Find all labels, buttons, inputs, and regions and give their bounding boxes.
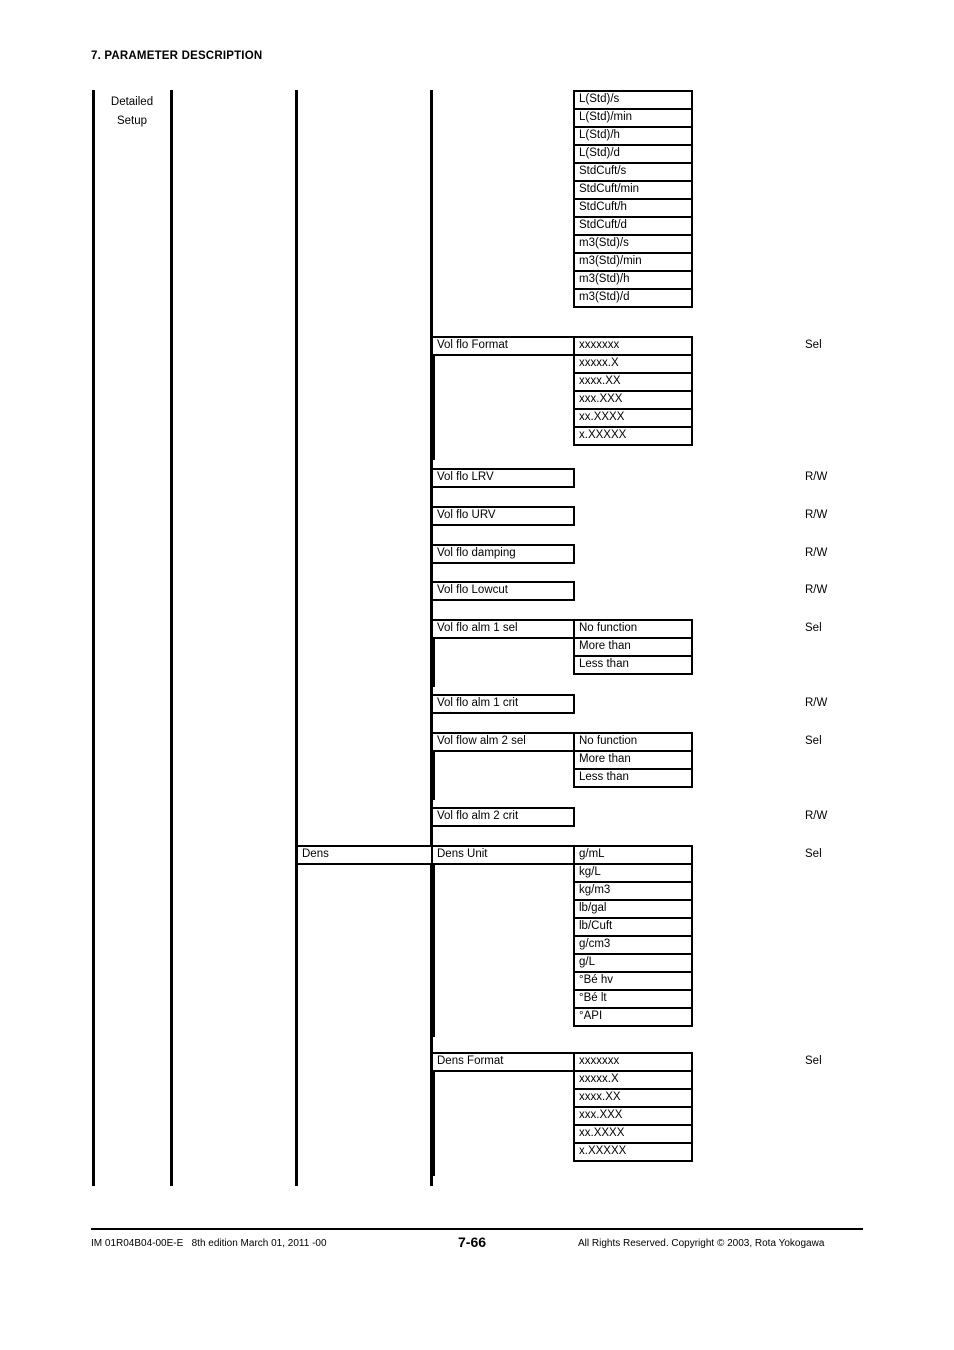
tree-trunk-level3 [295, 90, 298, 1186]
option-dens-unit[interactable]: lb/Cuft [573, 917, 693, 937]
access-vol-flo-damping: R/W [805, 547, 828, 559]
access-vol-flo-urv: R/W [805, 509, 828, 521]
group-label-detailed-setup: Detailed Setup [98, 93, 166, 131]
label-vol-flo-damping[interactable]: Vol flo damping [431, 544, 575, 564]
option-vol-flo-format[interactable]: xx.XXXX [573, 408, 693, 428]
label-column-spine-alm-2-sel [431, 752, 435, 800]
option-dens-unit[interactable]: °Bé hv [573, 971, 693, 991]
option-vol-flo-format[interactable]: xxxx.XX [573, 372, 693, 392]
label-dens[interactable]: Dens [296, 845, 434, 865]
label-column-spine-vol-flo-format [431, 356, 435, 460]
label-vol-flo-alm-2-crit[interactable]: Vol flo alm 2 crit [431, 807, 575, 827]
option-dens-format[interactable]: xx.XXXX [573, 1124, 693, 1144]
option-vol-flo-unit[interactable]: L(Std)/min [573, 108, 693, 128]
option-dens-unit[interactable]: g/L [573, 953, 693, 973]
option-vol-flo-format[interactable]: xxxxxxx [573, 336, 693, 356]
option-vol-flow-alm-2-sel[interactable]: Less than [573, 768, 693, 788]
option-dens-format[interactable]: x.XXXXX [573, 1142, 693, 1162]
option-dens-unit[interactable]: g/mL [573, 845, 693, 865]
option-vol-flo-format[interactable]: xxxxx.X [573, 354, 693, 374]
access-vol-flo-format: Sel [805, 339, 822, 351]
access-vol-flo-alm-2-crit: R/W [805, 810, 828, 822]
option-vol-flo-unit[interactable]: L(Std)/d [573, 144, 693, 164]
option-vol-flo-alm-1-sel[interactable]: More than [573, 637, 693, 657]
page-title: 7. PARAMETER DESCRIPTION [91, 50, 263, 62]
option-vol-flo-format[interactable]: xxx.XXX [573, 390, 693, 410]
option-vol-flo-alm-1-sel[interactable]: No function [573, 619, 693, 639]
footer-doc-number: IM 01R04B04-00E-E [91, 1238, 184, 1249]
label-vol-flow-alm-2-sel[interactable]: Vol flow alm 2 sel [431, 732, 575, 752]
label-column-spine-dens-format [431, 1072, 435, 1176]
group-label-line-2: Setup [116, 115, 148, 127]
option-vol-flo-alm-1-sel[interactable]: Less than [573, 655, 693, 675]
option-dens-unit[interactable]: °API [573, 1007, 693, 1027]
option-dens-format[interactable]: xxxxxxx [573, 1052, 693, 1072]
label-vol-flo-lowcut[interactable]: Vol flo Lowcut [431, 581, 575, 601]
option-vol-flo-unit[interactable]: m3(Std)/h [573, 270, 693, 290]
access-dens-unit: Sel [805, 848, 822, 860]
option-vol-flo-unit[interactable]: L(Std)/h [573, 126, 693, 146]
label-dens-unit[interactable]: Dens Unit [431, 845, 575, 865]
option-vol-flo-unit[interactable]: StdCuft/min [573, 180, 693, 200]
group-label-line-1: Detailed [110, 96, 154, 108]
footer-page-number: 7-66 [458, 1234, 487, 1250]
label-vol-flo-format[interactable]: Vol flo Format [431, 336, 575, 356]
document-page: 7. PARAMETER DESCRIPTION Detailed Setup L… [0, 0, 954, 1350]
label-column-spine-alm-1-sel [431, 639, 435, 687]
option-dens-unit[interactable]: kg/m3 [573, 881, 693, 901]
label-vol-flo-lrv[interactable]: Vol flo LRV [431, 468, 575, 488]
label-vol-flo-alm-1-sel[interactable]: Vol flo alm 1 sel [431, 619, 575, 639]
option-dens-format[interactable]: xxxxx.X [573, 1070, 693, 1090]
tree-trunk-level1 [92, 90, 95, 1186]
access-vol-flow-alm-2-sel: Sel [805, 735, 822, 747]
label-vol-flo-urv[interactable]: Vol flo URV [431, 506, 575, 526]
option-vol-flo-unit[interactable]: L(Std)/s [573, 90, 693, 110]
option-vol-flow-alm-2-sel[interactable]: No function [573, 732, 693, 752]
footer-document-id: IM 01R04B04-00E-E 8th edition March 01, … [91, 1238, 327, 1249]
footer-edition: 8th edition March 01, 2011 -00 [191, 1238, 327, 1249]
option-vol-flo-unit[interactable]: m3(Std)/s [573, 234, 693, 254]
option-vol-flo-unit[interactable]: m3(Std)/d [573, 288, 693, 308]
option-dens-unit[interactable]: °Bé lt [573, 989, 693, 1009]
access-vol-flo-lrv: R/W [805, 471, 828, 483]
option-vol-flo-unit[interactable]: StdCuft/d [573, 216, 693, 236]
footer-divider [91, 1228, 863, 1230]
option-dens-format[interactable]: xxxx.XX [573, 1088, 693, 1108]
option-vol-flo-unit[interactable]: StdCuft/s [573, 162, 693, 182]
option-dens-unit[interactable]: g/cm3 [573, 935, 693, 955]
access-vol-flo-alm-1-sel: Sel [805, 622, 822, 634]
option-dens-unit[interactable]: kg/L [573, 863, 693, 883]
label-column-spine-dens-unit [431, 865, 435, 1037]
access-vol-flo-lowcut: R/W [805, 584, 828, 596]
tree-trunk-level2 [170, 90, 173, 1186]
option-dens-format[interactable]: xxx.XXX [573, 1106, 693, 1126]
label-dens-format[interactable]: Dens Format [431, 1052, 575, 1072]
footer-copyright: All Rights Reserved. Copyright © 2003, R… [578, 1238, 825, 1249]
label-vol-flo-alm-1-crit[interactable]: Vol flo alm 1 crit [431, 694, 575, 714]
option-vol-flo-format[interactable]: x.XXXXX [573, 426, 693, 446]
access-dens-format: Sel [805, 1055, 822, 1067]
option-vol-flo-unit[interactable]: StdCuft/h [573, 198, 693, 218]
access-vol-flo-alm-1-crit: R/W [805, 697, 828, 709]
option-vol-flo-unit[interactable]: m3(Std)/min [573, 252, 693, 272]
option-dens-unit[interactable]: lb/gal [573, 899, 693, 919]
option-vol-flow-alm-2-sel[interactable]: More than [573, 750, 693, 770]
